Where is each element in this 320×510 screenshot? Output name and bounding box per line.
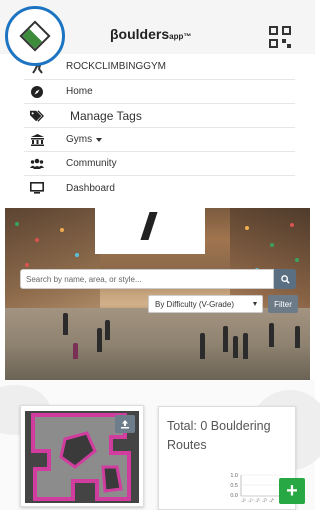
- search-icon: [280, 274, 290, 284]
- route-stats-card: Total: 0 Bouldering Routes 1.0 0.5 0.0 V…: [158, 406, 296, 510]
- menu-item-label: Home: [66, 86, 93, 97]
- gym-name-label: ROCKCLIMBINGGYM: [66, 61, 167, 72]
- gym-map-image: [25, 411, 139, 503]
- users-icon: [30, 157, 44, 171]
- search-bar: [20, 269, 296, 289]
- upload-icon: [121, 420, 129, 429]
- chevron-down-icon: [253, 302, 257, 306]
- menu-item-label: Manage Tags: [70, 108, 142, 123]
- menu-item-label: Gyms: [66, 134, 93, 145]
- chart-tick-label: 1.0: [230, 473, 238, 479]
- chart-tick-label: 0.5: [230, 483, 238, 489]
- brand-main-text: βoulders: [110, 26, 170, 42]
- menu-item-label: Dashboard: [66, 182, 115, 194]
- building-icon: [30, 133, 44, 147]
- compass-icon: [30, 85, 44, 99]
- svg-text:V4: V4: [268, 496, 276, 504]
- total-routes-title: Total: 0 Bouldering Routes: [167, 419, 271, 452]
- upload-map-button[interactable]: [115, 415, 135, 433]
- mountain-logo-icon: [19, 20, 51, 52]
- brand-title[interactable]: βouldersapp™: [110, 26, 191, 42]
- menu-item-community[interactable]: Community: [24, 152, 295, 176]
- sort-select[interactable]: By Difficulty (V-Grade): [148, 295, 263, 313]
- tags-icon: [30, 109, 44, 123]
- nav-menu: ROCKCLIMBINGGYM Home Manage Tags Gyms Co…: [0, 54, 315, 200]
- menu-item-manage-tags[interactable]: Manage Tags: [24, 104, 295, 128]
- chevron-down-icon: [96, 137, 103, 142]
- gym-map-card[interactable]: [20, 405, 144, 507]
- monitor-icon: [30, 181, 44, 195]
- filter-button[interactable]: Filter: [268, 295, 298, 313]
- sort-select-value: By Difficulty (V-Grade): [155, 299, 234, 309]
- menu-item-label: Community: [66, 158, 117, 169]
- gym-floor: [5, 308, 310, 380]
- app-logo-button[interactable]: [5, 6, 65, 66]
- plus-icon: +: [286, 479, 298, 502]
- search-input[interactable]: [20, 269, 274, 289]
- add-route-button[interactable]: +: [279, 478, 305, 504]
- search-button[interactable]: [274, 269, 296, 289]
- gym-banner: [95, 208, 205, 254]
- hero-gym-photo: By Difficulty (V-Grade) Filter: [5, 208, 310, 380]
- qr-code-icon[interactable]: [269, 26, 291, 48]
- menu-item-gyms[interactable]: Gyms: [24, 128, 295, 152]
- mini-route-chart: 1.0 0.5 0.0 V0 V1 V2 V3 V4: [230, 473, 284, 504]
- gym-selector[interactable]: ROCKCLIMBINGGYM: [24, 54, 295, 80]
- chart-tick-label: 0.0: [230, 493, 238, 499]
- brand-sub-text: app™: [169, 32, 192, 41]
- menu-item-home[interactable]: Home: [24, 80, 295, 104]
- menu-item-dashboard[interactable]: Dashboard: [24, 176, 295, 200]
